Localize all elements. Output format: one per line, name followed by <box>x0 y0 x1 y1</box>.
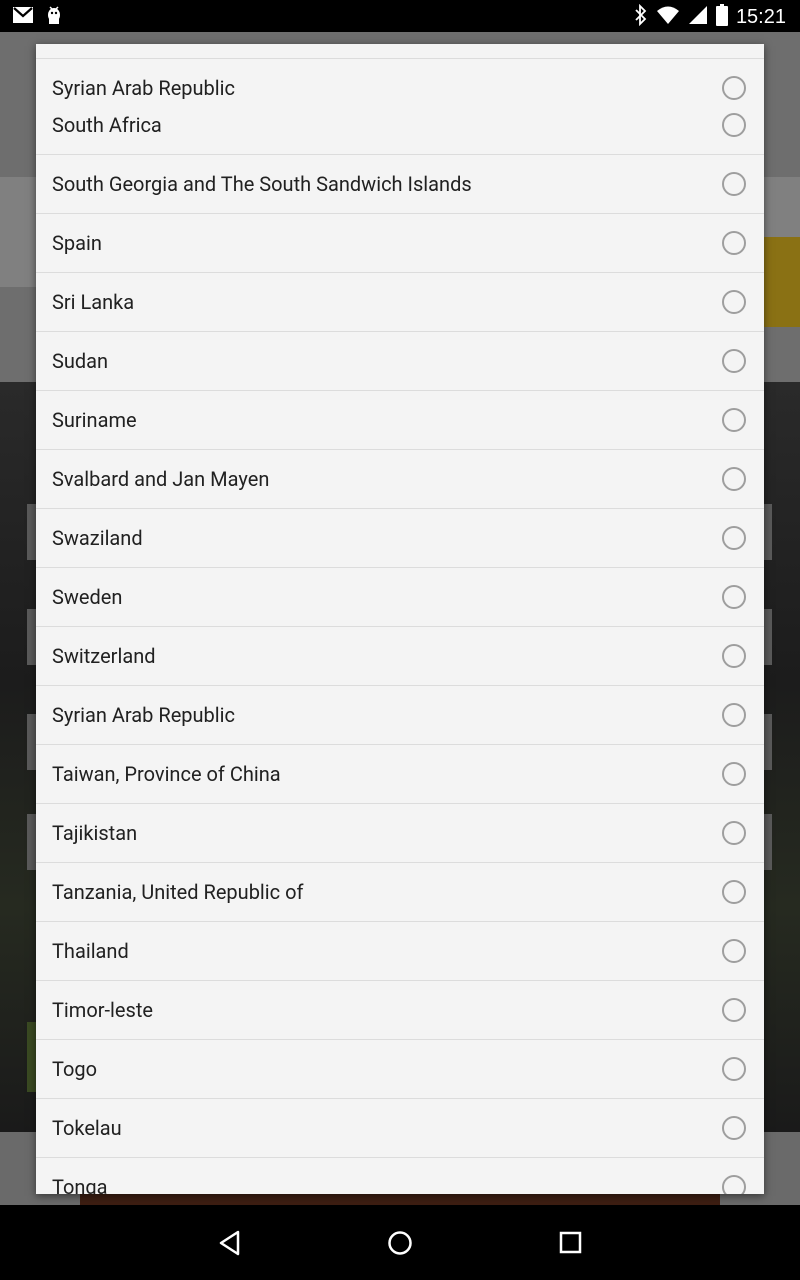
radio-button[interactable] <box>722 231 746 255</box>
radio-button[interactable] <box>722 644 746 668</box>
android-debug-icon <box>46 5 62 29</box>
list-item-label: Taiwan, Province of China <box>52 762 281 786</box>
radio-button[interactable] <box>722 113 746 137</box>
radio-button[interactable] <box>722 290 746 314</box>
cellular-signal-icon <box>688 5 708 29</box>
list-item[interactable]: Taiwan, Province of China <box>36 745 764 804</box>
radio-button[interactable] <box>722 703 746 727</box>
list-item[interactable]: Syrian Arab Republic <box>36 686 764 745</box>
list-item[interactable]: Tanzania, United Republic of <box>36 863 764 922</box>
list-item-label: Tonga <box>52 1175 108 1194</box>
list-item-label: Thailand <box>52 939 129 963</box>
radio-button[interactable] <box>722 762 746 786</box>
recents-icon[interactable] <box>557 1229 585 1257</box>
bluetooth-icon <box>634 3 648 30</box>
list-item[interactable]: Sweden <box>36 568 764 627</box>
list-item[interactable]: Sri Lanka <box>36 273 764 332</box>
radio-button[interactable] <box>722 349 746 373</box>
list-item-label: Tokelau <box>52 1116 122 1140</box>
radio-button[interactable] <box>722 467 746 491</box>
list-item[interactable]: Tonga <box>36 1158 764 1194</box>
radio-button[interactable] <box>722 1175 746 1194</box>
radio-button[interactable] <box>722 172 746 196</box>
list-item-label: Svalbard and Jan Mayen <box>52 467 270 491</box>
radio-button[interactable] <box>722 585 746 609</box>
list-item[interactable]: Togo <box>36 1040 764 1099</box>
radio-button[interactable] <box>722 1116 746 1140</box>
list-item-label: Sudan <box>52 349 109 373</box>
list-item-label: Sweden <box>52 585 123 609</box>
list-item-label: Tanzania, United Republic of <box>52 880 304 904</box>
radio-button[interactable] <box>722 408 746 432</box>
list-item-label: Sri Lanka <box>52 290 135 314</box>
list-item[interactable]: Spain <box>36 214 764 273</box>
list-item[interactable]: Svalbard and Jan Mayen <box>36 450 764 509</box>
wifi-icon <box>656 5 680 29</box>
list-item[interactable]: Suriname <box>36 391 764 450</box>
list-item-label: Tajikistan <box>52 821 138 845</box>
status-time: 15:21 <box>735 6 786 28</box>
radio-button[interactable] <box>722 1057 746 1081</box>
home-icon[interactable] <box>386 1229 414 1257</box>
country-picker-dialog: Syrian Arab Republic South Africa South … <box>36 44 764 1194</box>
list-item-label: South Georgia and The South Sandwich Isl… <box>52 172 472 196</box>
list-item-label: Suriname <box>52 408 137 432</box>
list-item[interactable]: South Georgia and The South Sandwich Isl… <box>36 155 764 214</box>
list-item-label: Spain <box>52 231 102 255</box>
list-item-label: Swaziland <box>52 526 143 550</box>
radio-button[interactable] <box>722 526 746 550</box>
radio-button[interactable] <box>722 880 746 904</box>
battery-icon <box>715 4 728 30</box>
gmail-icon <box>12 6 34 28</box>
navigation-bar <box>0 1205 800 1280</box>
list-item[interactable]: South Africa <box>36 96 764 155</box>
list-item[interactable]: Timor-leste <box>36 981 764 1040</box>
list-item-label: South Africa <box>52 113 162 137</box>
list-item[interactable]: Tajikistan <box>36 804 764 863</box>
radio-button[interactable] <box>722 998 746 1022</box>
list-item-label: Timor-leste <box>52 998 153 1022</box>
list-item-label: Syrian Arab Republic <box>52 703 235 727</box>
list-item[interactable]: Swaziland <box>36 509 764 568</box>
list-item[interactable]: Thailand <box>36 922 764 981</box>
radio-button[interactable] <box>722 821 746 845</box>
status-bar: 15:21 <box>0 0 800 32</box>
back-icon[interactable] <box>216 1229 244 1257</box>
list-item[interactable]: Tokelau <box>36 1099 764 1158</box>
list-item[interactable]: Sudan <box>36 332 764 391</box>
list-item-label: Togo <box>52 1057 98 1081</box>
list-item[interactable]: Switzerland <box>36 627 764 686</box>
radio-button[interactable] <box>722 939 746 963</box>
list-item-label: Switzerland <box>52 644 156 668</box>
